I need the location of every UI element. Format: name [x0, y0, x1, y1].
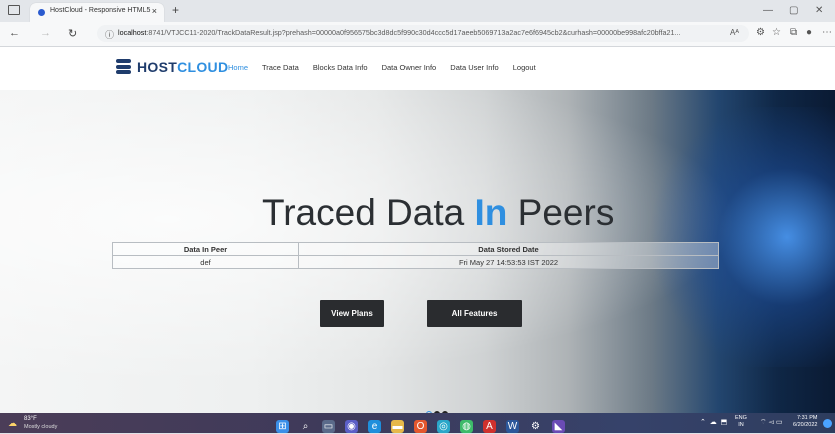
chat-icon[interactable]: ◉	[345, 420, 358, 433]
weather-temperature[interactable]: 83°F	[24, 416, 37, 422]
site-header: HOSTCLOUD Home Trace Data Blocks Data In…	[0, 47, 835, 90]
url-field[interactable]: ⓘ localhost:8741/VTJCC11-2020/TrackDataR…	[97, 25, 749, 42]
address-bar-row: ← → ↻ ⓘ localhost:8741/VTJCC11-2020/Trac…	[0, 22, 835, 47]
view-plans-button[interactable]: View Plans	[320, 300, 384, 327]
site-info-icon[interactable]: ⓘ	[105, 28, 114, 41]
forward-icon[interactable]: →	[40, 27, 51, 39]
all-features-button[interactable]: All Features	[427, 300, 522, 327]
read-aloud-icon[interactable]: Aᴬ	[730, 28, 739, 37]
file-explorer-icon[interactable]: ▬	[391, 420, 404, 433]
word-icon[interactable]: W	[506, 420, 519, 433]
settings-icon[interactable]: ⚙	[529, 420, 542, 433]
close-window-icon[interactable]: ✕	[815, 5, 823, 16]
network-volume-battery-icon[interactable]: ⌔ ◅ ▭	[760, 418, 782, 427]
nav-data-user-info[interactable]: Data User Info	[450, 63, 498, 72]
nav-home[interactable]: Home	[228, 63, 248, 72]
edge-icon[interactable]: e	[368, 420, 381, 433]
nav-data-owner-info[interactable]: Data Owner Info	[382, 63, 437, 72]
tab-close-icon[interactable]: ×	[152, 6, 157, 16]
ide-icon[interactable]: ◣	[552, 420, 565, 433]
slider-dots	[426, 404, 450, 413]
site-favicon-icon	[38, 9, 45, 16]
main-nav: Home Trace Data Blocks Data Info Data Ow…	[228, 63, 548, 72]
office-icon[interactable]: O	[414, 420, 427, 433]
search-icon[interactable]: ⌕	[299, 420, 312, 433]
page-title: Traced Data In Peers	[262, 192, 615, 233]
favorites-icon[interactable]: ☆	[772, 27, 781, 38]
traced-data-table: Data In Peer Data Stored Date def Fri Ma…	[112, 242, 719, 269]
tab-actions-icon[interactable]	[8, 5, 20, 15]
chrome-icon[interactable]: ◍	[460, 420, 473, 433]
weather-cloud-icon[interactable]: ☁	[8, 418, 17, 429]
start-icon[interactable]: ⊞	[276, 420, 289, 433]
tab-title: HostCloud - Responsive HTML5	[50, 7, 151, 14]
table-cell: def	[112, 255, 299, 269]
maximize-icon[interactable]: ▢	[789, 5, 798, 16]
url-text: localhost:8741/VTJCC11-2020/TrackDataRes…	[118, 28, 681, 37]
notification-icon[interactable]	[823, 419, 832, 428]
clock[interactable]: 7:31 PM 6/20/2022	[793, 415, 817, 429]
tray-icons[interactable]: ⌃ ☁ ⬒	[700, 418, 727, 426]
browser-tab[interactable]: HostCloud - Responsive HTML5 ×	[30, 3, 164, 22]
profile-icon[interactable]: ●	[806, 27, 812, 38]
weather-description[interactable]: Mostly cloudy	[24, 424, 57, 430]
input-language[interactable]: ENG IN	[735, 415, 747, 429]
taskbar-apps: ⊞ ⌕ ▭ ◉ e ▬ O ◎ ◍ A W ⚙ ◣	[276, 416, 575, 434]
back-icon[interactable]: ←	[9, 27, 20, 39]
nav-trace-data[interactable]: Trace Data	[262, 63, 299, 72]
table-cell: Fri May 27 14:53:53 IST 2022	[298, 255, 719, 269]
server-stack-logo-icon	[116, 59, 131, 76]
column-header: Data In Peer	[112, 242, 299, 256]
browser-app-icon[interactable]: ◎	[437, 420, 450, 433]
os-taskbar: ☁ 83°F Mostly cloudy ⊞ ⌕ ▭ ◉ e ▬ O ◎ ◍ A W ⚙ ◣ ⌃ ☁ ⬒…	[0, 413, 835, 433]
table-header-row: Data In Peer Data Stored Date	[112, 242, 719, 256]
pdf-reader-icon[interactable]: A	[483, 420, 496, 433]
table-row: def Fri May 27 14:53:53 IST 2022	[112, 255, 719, 269]
refresh-icon[interactable]: ↻	[68, 27, 77, 40]
web-page: HOSTCLOUD Home Trace Data Blocks Data In…	[0, 47, 835, 413]
minimize-icon[interactable]: —	[763, 5, 773, 16]
collections-icon[interactable]: ⧉	[790, 27, 797, 38]
new-tab-button[interactable]: +	[172, 3, 179, 17]
nav-logout[interactable]: Logout	[513, 63, 536, 72]
extensions-icon[interactable]: ⚙	[756, 27, 765, 38]
task-view-icon[interactable]: ▭	[322, 420, 335, 433]
nav-blocks-data-info[interactable]: Blocks Data Info	[313, 63, 368, 72]
more-menu-icon[interactable]: ⋯	[822, 27, 832, 38]
browser-tab-bar: HostCloud - Responsive HTML5 × + — ▢ ✕	[0, 0, 835, 22]
site-logo[interactable]: HOSTCLOUD	[137, 59, 228, 75]
column-header: Data Stored Date	[298, 242, 719, 256]
